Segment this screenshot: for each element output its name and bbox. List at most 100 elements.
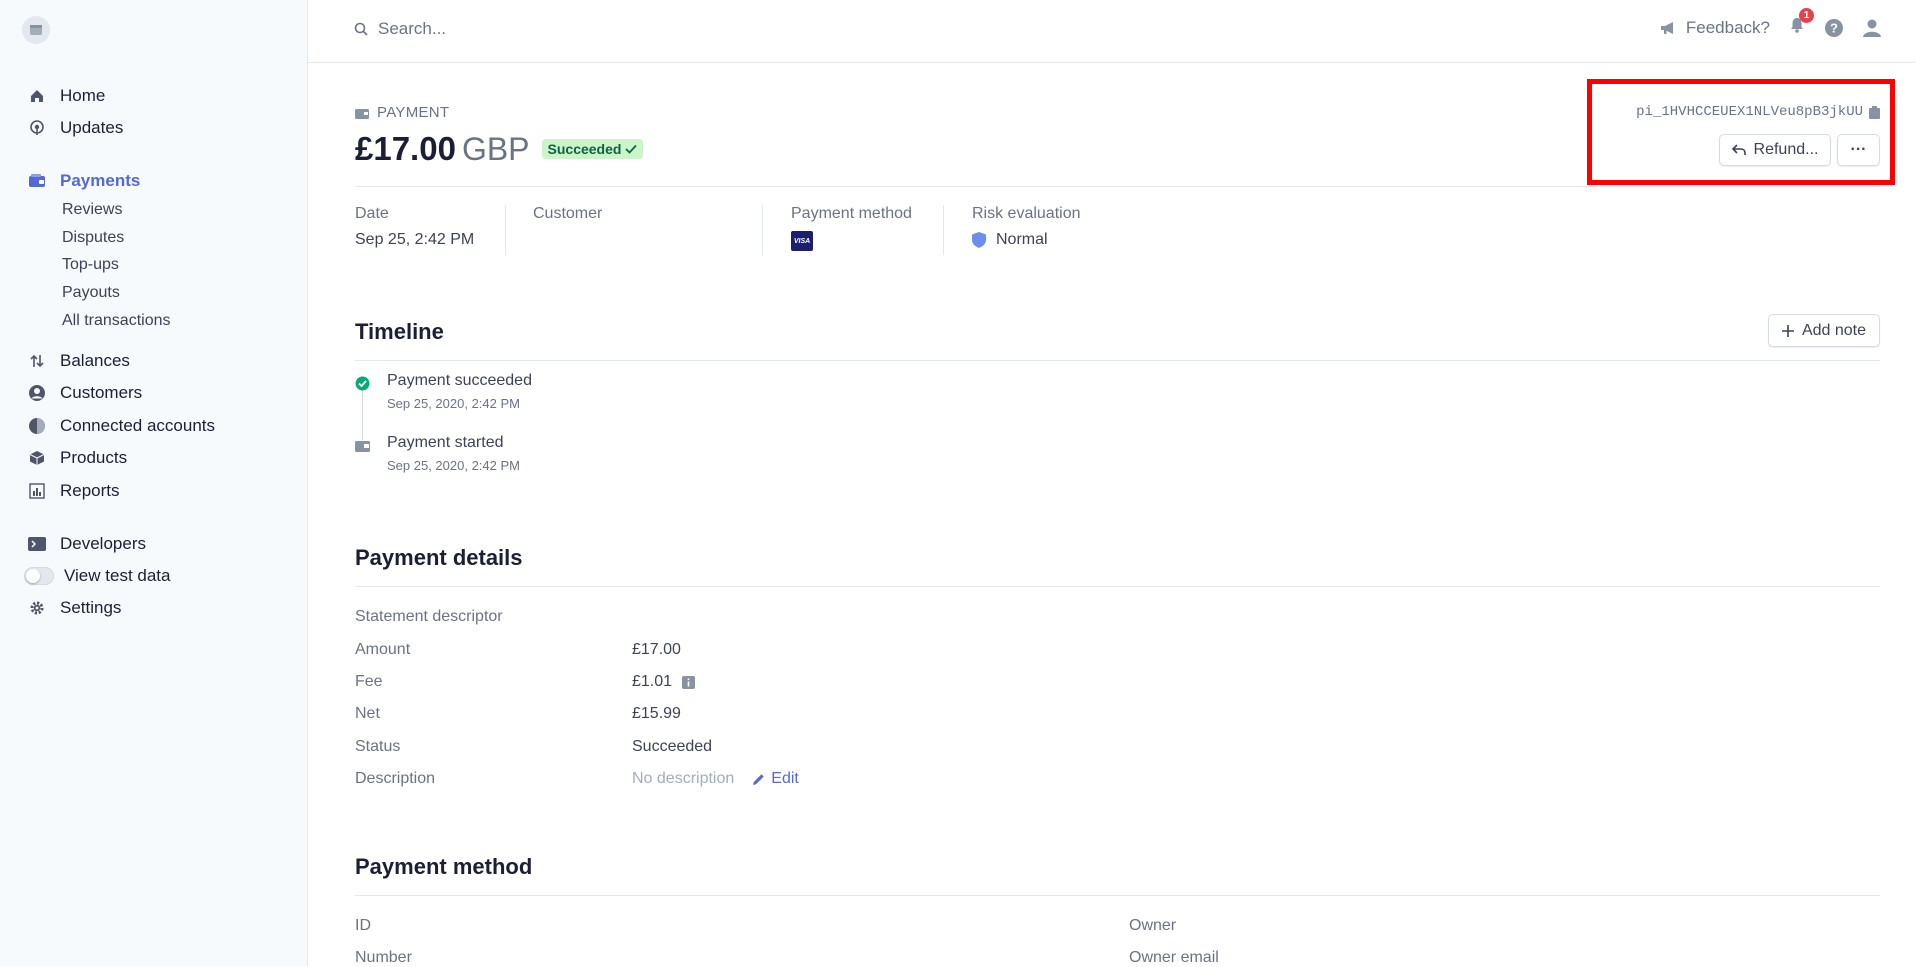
detail-value-fee: £1.01 <box>632 673 673 690</box>
arrows-icon <box>28 352 46 370</box>
shield-icon <box>972 232 986 248</box>
payment-amount: £17.00 <box>355 130 456 167</box>
visa-card-icon: VISA <box>791 231 813 251</box>
detail-value-amount: £17.00 <box>632 641 681 658</box>
detail-label: Description <box>355 770 436 787</box>
detail-label: Amount <box>355 641 411 658</box>
feedback-label: Feedback? <box>1685 17 1770 37</box>
detail-label: Net <box>355 705 380 722</box>
sidebar-item-label: Customers <box>60 383 143 402</box>
method-label-owner: Owner <box>1129 917 1177 934</box>
sidebar-item-payments[interactable]: Payments <box>28 168 140 194</box>
sidebar-item-customers[interactable]: Customers <box>28 380 142 406</box>
date-value: Sep 25, 2:42 PM <box>355 231 475 248</box>
account-logo[interactable] <box>22 16 50 44</box>
sidebar-item-home[interactable]: Home <box>28 83 105 109</box>
gear-icon <box>28 599 46 617</box>
sidebar-item-label: Home <box>60 86 106 105</box>
description-value: No description <box>632 770 735 787</box>
risk-value: Normal <box>996 231 1048 248</box>
sidebar-subitem-all-transactions[interactable]: All transactions <box>62 312 171 330</box>
divider <box>943 205 944 255</box>
sidebar-item-label: View test data <box>64 566 171 585</box>
timeline-title: Timeline <box>355 319 444 344</box>
sidebar-item-updates[interactable]: Updates <box>28 115 123 141</box>
payment-method-title: Payment method <box>355 854 533 879</box>
search-placeholder: Search... <box>378 19 447 38</box>
megaphone-icon <box>1660 21 1673 34</box>
timeline-event-title: Payment succeeded <box>387 372 532 389</box>
status-label: Succeeded <box>547 141 622 157</box>
timeline-connector <box>362 388 363 440</box>
info-icon[interactable] <box>682 675 696 689</box>
visa-brand-text: VISA <box>793 237 811 245</box>
detail-label: Status <box>355 738 401 755</box>
sidebar-item-label: Products <box>60 448 128 467</box>
detail-label: Statement descriptor <box>355 608 503 625</box>
feedback-button[interactable]: Feedback? <box>1660 18 1770 38</box>
sidebar-subitem-topups[interactable]: Top-ups <box>62 256 119 274</box>
sidebar-item-products[interactable]: Products <box>28 445 127 471</box>
wallet-icon <box>28 172 46 190</box>
sidebar-subitem-disputes[interactable]: Disputes <box>62 229 124 247</box>
payment-amount-row: £17.00 GBP Succeeded <box>355 130 644 168</box>
sidebar-item-balances[interactable]: Balances <box>28 348 130 374</box>
user-circle-icon <box>28 384 46 402</box>
sidebar-item-developers[interactable]: Developers <box>28 531 146 557</box>
help-icon[interactable]: ? <box>1824 18 1844 38</box>
divider <box>762 205 763 255</box>
sidebar-subitem-payouts[interactable]: Payouts <box>62 284 120 302</box>
add-note-button[interactable]: Add note <box>1768 314 1880 347</box>
highlight-box <box>1587 79 1895 185</box>
status-badge: Succeeded <box>541 139 644 159</box>
payment-currency: GBP <box>461 130 530 167</box>
detail-value-status: Succeeded <box>632 738 713 755</box>
sidebar-item-reports[interactable]: Reports <box>28 478 120 504</box>
sidebar-item-view-test-data[interactable]: View test data <box>24 563 170 589</box>
box-icon <box>28 449 46 467</box>
account-icon[interactable] <box>1862 18 1882 38</box>
broadcast-icon <box>28 119 46 137</box>
sidebar-item-connected-accounts[interactable]: Connected accounts <box>28 413 215 439</box>
check-icon <box>625 144 638 154</box>
search-input[interactable]: Search... <box>354 19 446 39</box>
terminal-icon <box>28 535 46 553</box>
wallet-event-icon <box>355 441 370 452</box>
method-label-number: Number <box>355 949 412 966</box>
globe-icon <box>28 417 46 435</box>
method-label: Payment method <box>791 205 912 222</box>
date-label: Date <box>355 205 389 222</box>
timeline-event-title: Payment started <box>387 434 504 451</box>
home-icon <box>28 87 46 105</box>
risk-label: Risk evaluation <box>972 205 1081 222</box>
detail-label: Fee <box>355 673 383 690</box>
divider <box>355 360 1880 361</box>
divider <box>355 586 1880 587</box>
test-data-toggle[interactable] <box>24 567 54 585</box>
divider <box>355 186 1880 187</box>
plus-icon <box>1781 324 1794 337</box>
sidebar-item-settings[interactable]: Settings <box>28 595 121 621</box>
payment-kind: PAYMENT <box>355 104 449 121</box>
summary-payment-method: Payment method VISA <box>791 205 912 251</box>
sidebar-subitem-reviews[interactable]: Reviews <box>62 201 122 219</box>
divider <box>355 895 1880 896</box>
payment-details-title: Payment details <box>355 545 523 570</box>
pencil-icon <box>753 773 764 785</box>
description-row: No description Edit <box>632 770 799 788</box>
svg-text:?: ? <box>1830 20 1838 35</box>
add-note-label: Add note <box>1801 321 1867 339</box>
sidebar-item-label: Reports <box>60 481 120 500</box>
risk-value-row: Normal <box>972 231 1081 249</box>
success-check-icon <box>355 376 370 391</box>
timeline-event-time: Sep 25, 2020, 2:42 PM <box>387 396 520 411</box>
summary-date: Date Sep 25, 2:42 PM <box>355 205 474 249</box>
sidebar: Home Updates Payments Reviews Disputes T… <box>0 0 308 966</box>
sidebar-item-label: Balances <box>60 351 130 370</box>
notifications-button[interactable]: 1 <box>1788 8 1814 39</box>
sidebar-item-label: Payments <box>60 171 141 190</box>
method-label-id: ID <box>355 917 371 934</box>
edit-description-button[interactable]: Edit <box>752 770 799 788</box>
divider <box>505 205 506 255</box>
detail-value-fee-row: £1.01 <box>632 673 696 691</box>
